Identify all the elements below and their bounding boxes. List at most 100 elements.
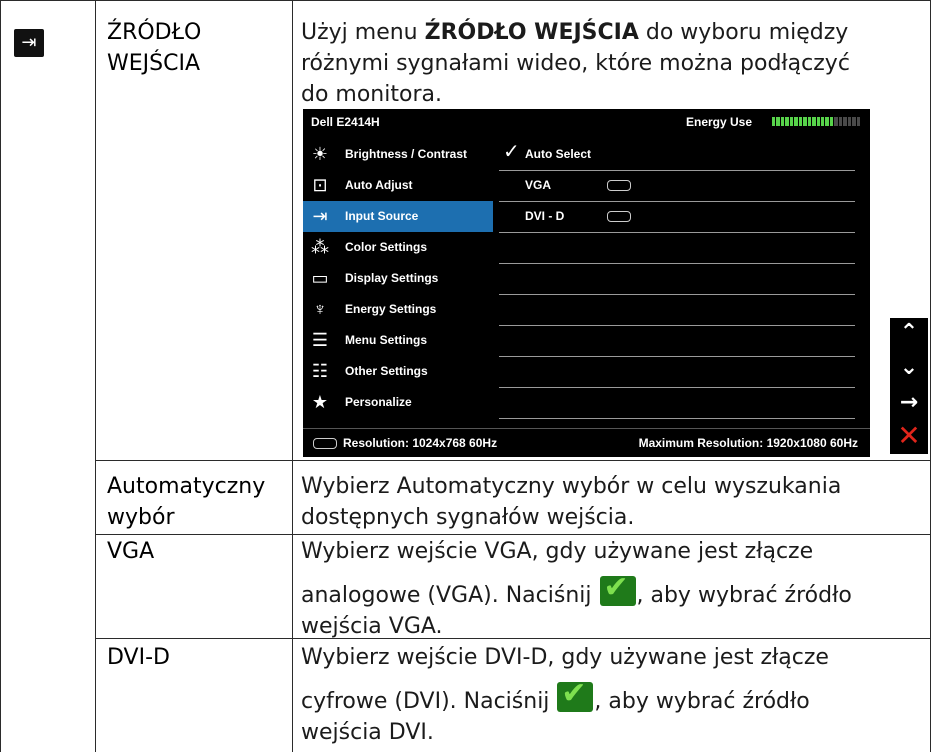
- osd-submenu-item[interactable]: VGA: [499, 170, 855, 202]
- close-icon[interactable]: ✕: [896, 422, 922, 450]
- energy-segment: [798, 117, 803, 126]
- max-resolution-text: Maximum Resolution: 1920x1080 60Hz: [638, 436, 858, 450]
- osd-menu-item-label: Auto Adjust: [345, 178, 413, 192]
- osd-menu-item-label: Color Settings: [345, 240, 428, 254]
- osd-menu-item[interactable]: ▭ Display Settings: [303, 263, 493, 294]
- label-line: ŹRÓDŁO: [107, 20, 202, 45]
- desc-line: Wybierz wejście DVI-D, gdy używane jest …: [301, 645, 829, 670]
- display-settings-icon: ▭: [311, 268, 329, 288]
- vga-connector-icon: [313, 438, 337, 449]
- brightness-icon: ☀: [311, 144, 329, 164]
- energy-segment: [820, 117, 825, 126]
- desc-text: Użyj menu: [301, 20, 425, 45]
- checkmark-icon: [557, 678, 594, 712]
- row-divider-1: [95, 460, 931, 461]
- energy-segment: [852, 117, 856, 126]
- desc-line: Wybierz Automatyczny wybór w celu wyszuk…: [301, 474, 842, 499]
- check-icon: ✓: [503, 141, 520, 163]
- desc-bold-text: ŹRÓDŁO WEJŚCIA: [424, 20, 639, 45]
- osd-menu-item-label: Input Source: [345, 209, 419, 223]
- desc-text: do wyboru między: [638, 20, 849, 45]
- checkmark-icon: [599, 572, 636, 606]
- desc-text: cyfrowe (DVI). Naciśnij: [301, 689, 557, 714]
- osd-submenu-label: VGA: [525, 178, 552, 192]
- auto-select-label: Automatyczny wybór: [107, 471, 265, 533]
- menu-settings-icon: ☰: [311, 330, 329, 350]
- energy-segment: [807, 117, 812, 126]
- osd-submenu-item[interactable]: ✓ Auto Select: [499, 139, 855, 171]
- desc-line: wejścia VGA.: [301, 614, 443, 639]
- osd-menu-item[interactable]: ☀ Brightness / Contrast: [303, 139, 493, 170]
- vga-description: Wybierz wejście VGA, gdy używane jest zł…: [301, 536, 852, 642]
- desc-line: wejścia DVI.: [301, 720, 434, 745]
- down-arrow-icon[interactable]: ⌄: [896, 355, 922, 381]
- energy-segment: [789, 117, 794, 126]
- row-divider-2: [95, 534, 931, 535]
- energy-segment: [856, 117, 861, 126]
- osd-menu-item[interactable]: ⁂ Color Settings: [303, 232, 493, 263]
- energy-segment: [834, 117, 838, 126]
- desc-line: Wybierz wejście VGA, gdy używane jest zł…: [301, 539, 814, 564]
- auto-select-description: Wybierz Automatyczny wybór w celu wyszuk…: [301, 471, 841, 533]
- table-border-top: [0, 0, 931, 1]
- osd-footer: Resolution: 1024x768 60Hz Maximum Resolu…: [303, 428, 870, 457]
- vga-label: VGA: [107, 539, 155, 564]
- dvi-label: DVI-D: [107, 645, 170, 670]
- dvi-connector-icon: [607, 211, 631, 222]
- osd-menu-item-label: Display Settings: [345, 271, 439, 285]
- right-arrow-icon[interactable]: →: [896, 390, 922, 416]
- auto-adjust-icon: ⊡: [312, 175, 328, 195]
- energy-segment: [776, 117, 780, 126]
- osd-submenu-empty-row: [499, 387, 855, 419]
- label-line: wybór: [107, 505, 175, 530]
- energy-segment: [829, 117, 834, 126]
- energy-segment: [816, 117, 820, 126]
- star-icon: ★: [311, 392, 329, 412]
- vga-connector-icon: [607, 180, 631, 191]
- input-source-label: ŹRÓDŁO WEJŚCIA: [107, 17, 201, 79]
- up-arrow-icon[interactable]: ⌃: [896, 320, 922, 346]
- label-line: WEJŚCIA: [107, 51, 201, 76]
- table-col-divider-1: [95, 0, 96, 752]
- other-settings-icon: ☷: [311, 361, 329, 381]
- osd-menu-item[interactable]: ⊡ Auto Adjust: [303, 170, 493, 201]
- energy-segment: [847, 117, 852, 126]
- energy-segment: [803, 117, 807, 126]
- desc-line: Użyj menu ŹRÓDŁO WEJŚCIA do wyboru międz…: [301, 17, 850, 48]
- energy-segment: [772, 117, 776, 126]
- energy-use-meter: [772, 117, 861, 126]
- desc-line: cyfrowe (DVI). Naciśnij , aby wybrać źró…: [301, 678, 829, 717]
- desc-line: dostępnych sygnałów wejścia.: [301, 505, 635, 530]
- desc-text: , aby wybrać źródło: [594, 689, 810, 714]
- osd-submenu-label: Auto Select: [525, 147, 592, 161]
- desc-text: , aby wybrać źródło: [636, 583, 852, 608]
- desc-line: do monitora.: [301, 82, 442, 107]
- energy-settings-icon: ♆: [313, 299, 327, 319]
- label-line: Automatyczny: [107, 474, 266, 499]
- osd-menu-item-label: Energy Settings: [345, 302, 437, 316]
- osd-menu-item[interactable]: ☷ Other Settings: [303, 356, 493, 387]
- energy-segment: [838, 117, 843, 126]
- osd-menu-item-label: Menu Settings: [345, 333, 428, 347]
- input-source-icon: ⇥: [312, 206, 328, 226]
- table-col-divider-2: [292, 0, 293, 752]
- osd-menu-item[interactable]: ☰ Menu Settings: [303, 325, 493, 356]
- energy-segment: [780, 117, 785, 126]
- osd-menu-item[interactable]: ♆ Energy Settings: [303, 294, 493, 325]
- resolution-text: Resolution: 1024x768 60Hz: [343, 436, 498, 450]
- osd-menu-item-label: Brightness / Contrast: [345, 147, 468, 161]
- osd-submenu-empty-row: [499, 356, 855, 388]
- energy-segment: [843, 117, 847, 126]
- osd-submenu-item[interactable]: DVI - D: [499, 201, 855, 233]
- osd-submenu-empty-row: [499, 294, 855, 326]
- energy-segment: [825, 117, 829, 126]
- desc-line: analogowe (VGA). Naciśnij , aby wybrać ź…: [301, 572, 852, 611]
- osd-menu-item-label: Personalize: [345, 395, 412, 409]
- color-settings-icon: ⁂: [311, 237, 329, 257]
- energy-segment: [794, 117, 798, 126]
- osd-menu-item[interactable]: ★ Personalize: [303, 387, 493, 418]
- desc-line: różnymi sygnałami wideo, które można pod…: [301, 51, 850, 76]
- osd-submenu-empty-row: [499, 232, 855, 264]
- osd-submenu-label: DVI - D: [525, 209, 565, 223]
- osd-menu-item[interactable]: ⇥ Input Source: [303, 201, 493, 232]
